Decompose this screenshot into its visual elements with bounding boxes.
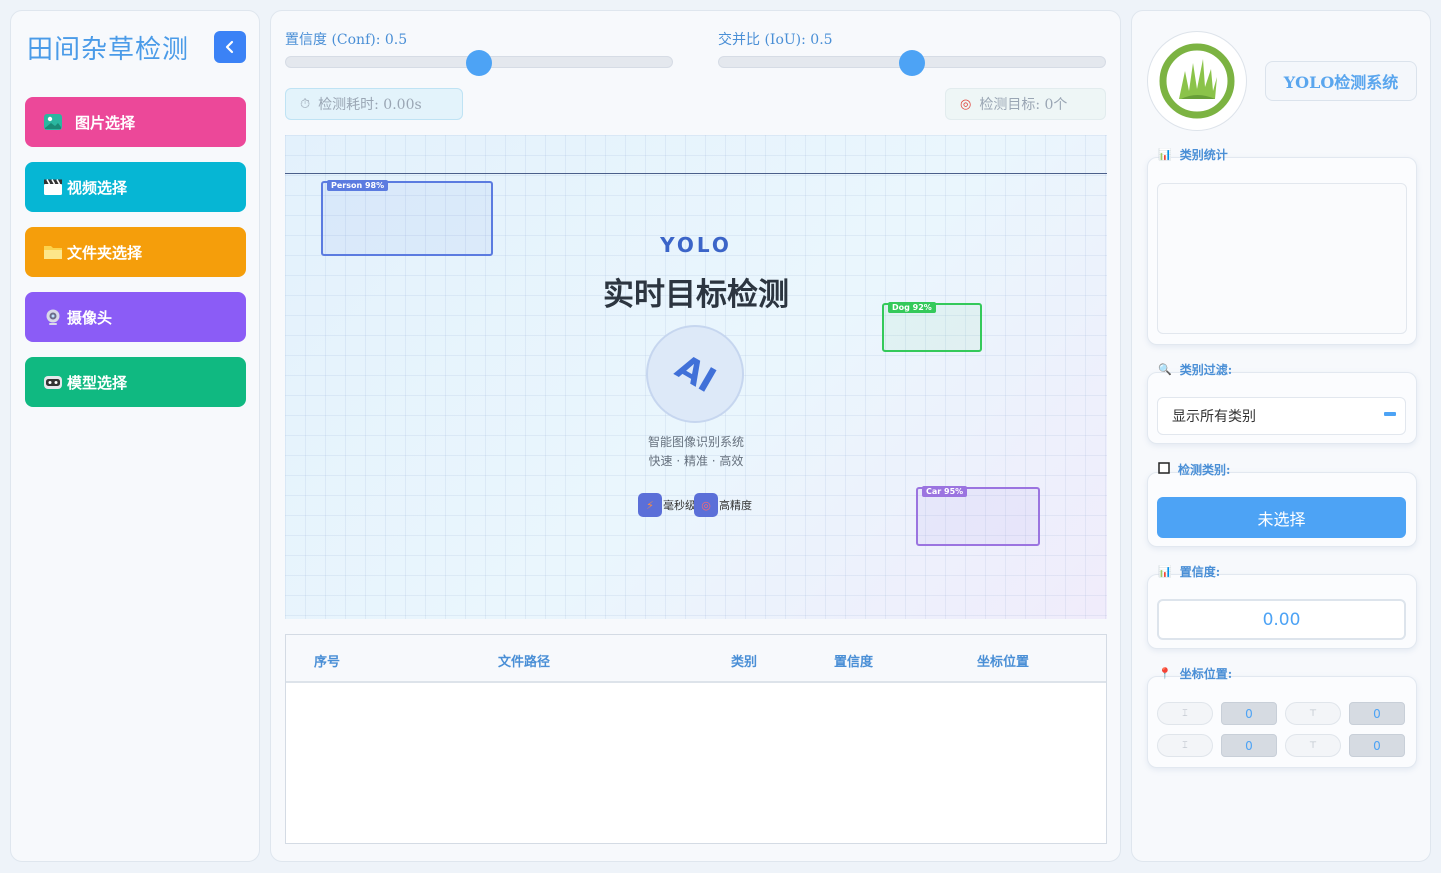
ymin-icon: ⊤: [1285, 702, 1341, 725]
target-icon: ◎: [960, 96, 972, 112]
class-filter-card: 显示所有类别: [1147, 372, 1417, 444]
dropdown-indicator-icon: [1384, 412, 1396, 416]
bar-chart-icon: 📊: [1158, 565, 1172, 578]
model-select-button[interactable]: 模型选择: [25, 357, 246, 407]
pin-icon: 📍: [1158, 667, 1172, 680]
class-stats-card: [1147, 157, 1417, 345]
grass-icon: [1159, 43, 1235, 119]
column-index[interactable]: 序号: [314, 651, 340, 670]
folder-icon: [43, 243, 63, 261]
xmax-icon: ⌶: [1157, 734, 1213, 757]
canvas-subtitle: 智能图像识别系统: [647, 435, 744, 449]
folder-select-label: 文件夹选择: [67, 243, 143, 262]
stopwatch-icon: ⏱: [300, 96, 311, 112]
canvas-tagline: 快速 · 精准 · 高效: [648, 454, 744, 468]
ymax-value: 0: [1349, 734, 1405, 757]
confidence-label: 📊 置信度:: [1158, 563, 1220, 580]
detection-time-chip: ⏱ 检测耗时: 0.00s: [285, 88, 463, 120]
main-panel: 置信度 (Conf): 0.5 交并比 (IoU): 0.5 ⏱ 检测耗时: 0…: [270, 10, 1121, 862]
table-header: 序号 文件路径 类别 置信度 坐标位置: [286, 635, 1106, 683]
chevron-left-icon: [225, 40, 234, 54]
feature-speed-label: 毫秒级: [663, 499, 696, 512]
feature-accuracy: ◎ 高精度: [694, 493, 752, 517]
feature-speed: ⚡ 毫秒级: [638, 493, 696, 517]
ymin-value: 0: [1349, 702, 1405, 725]
video-select-label: 视频选择: [67, 178, 128, 197]
xmin-icon: ⌶: [1157, 702, 1213, 725]
confidence-label-text: 置信度:: [1179, 565, 1221, 579]
class-filter-label-text: 类别过滤:: [1179, 363, 1233, 377]
class-filter-select[interactable]: 显示所有类别: [1157, 397, 1406, 435]
iou-slider[interactable]: [718, 50, 1106, 76]
bar-chart-icon: 📊: [1158, 148, 1172, 161]
checkbox-icon: [1158, 462, 1170, 477]
conf-slider[interactable]: [285, 50, 673, 76]
image-icon: [43, 113, 63, 131]
detection-count-chip: ◎ 检测目标: 0个: [945, 88, 1106, 120]
video-select-button[interactable]: 视频选择: [25, 162, 246, 212]
column-file-path[interactable]: 文件路径: [498, 651, 550, 670]
column-coordinates[interactable]: 坐标位置: [977, 651, 1029, 670]
detected-class-button[interactable]: 未选择: [1157, 497, 1406, 538]
column-confidence[interactable]: 置信度: [834, 651, 873, 670]
detection-time-text: 检测耗时: 0.00s: [318, 97, 422, 113]
confidence-value: 0.00: [1157, 599, 1406, 640]
camera-button[interactable]: 摄像头: [25, 292, 246, 342]
class-stats-label: 📊 类别统计: [1158, 146, 1228, 163]
iou-slider-thumb[interactable]: [899, 50, 925, 76]
yolo-heading: YOLO: [660, 233, 732, 257]
detection-count-text: 检测目标: 0个: [979, 97, 1068, 113]
grass-logo: [1147, 31, 1247, 131]
class-stats-area: [1157, 183, 1407, 334]
camera-label: 摄像头: [67, 308, 113, 327]
image-select-button[interactable]: 图片选择: [25, 97, 246, 147]
iou-slider-label: 交并比 (IoU): 0.5: [718, 32, 833, 48]
xmax-value: 0: [1221, 734, 1277, 757]
confidence-card: 0.00: [1147, 574, 1417, 649]
left-sidebar: 田间杂草检测 图片选择 视频选择 文件夹选择 摄像头 模型选择: [10, 10, 260, 862]
conf-slider-label: 置信度 (Conf): 0.5: [285, 32, 408, 48]
lightning-icon: ⚡: [638, 493, 662, 517]
ymax-icon: ⊤: [1285, 734, 1341, 757]
detection-canvas: Person 98% Dog 92% Car 95% YOLO 实时目标检测 A…: [285, 135, 1107, 619]
folder-select-button[interactable]: 文件夹选择: [25, 227, 246, 277]
target-icon: ◎: [694, 493, 718, 517]
class-stats-label-text: 类别统计: [1179, 148, 1228, 162]
detection-label: Person 98%: [327, 180, 389, 191]
xmin-value: 0: [1221, 702, 1277, 725]
class-filter-label: 🔍 类别过滤:: [1158, 361, 1232, 378]
model-select-label: 模型选择: [67, 373, 128, 392]
detected-class-card: 未选择: [1147, 472, 1417, 547]
webcam-icon: [43, 308, 63, 326]
system-title: YOLO检测系统: [1265, 61, 1417, 101]
detection-box-car: Car 95%: [916, 486, 1040, 546]
ai-badge: AI: [646, 325, 744, 423]
feature-accuracy-label: 高精度: [719, 499, 752, 512]
coordinates-label: 📍 坐标位置:: [1158, 665, 1232, 682]
image-select-label: 图片选择: [75, 113, 136, 132]
app-title: 田间杂草检测: [27, 35, 190, 65]
clapperboard-icon: [43, 178, 63, 196]
canvas-title: 实时目标检测: [603, 277, 789, 313]
right-panel: YOLO检测系统 📊 类别统计 显示所有类别 🔍 类别过滤: 未选择 检测类别:…: [1131, 10, 1431, 862]
detected-class-label: 检测类别:: [1158, 461, 1230, 478]
class-filter-value: 显示所有类别: [1172, 409, 1256, 425]
coordinates-label-text: 坐标位置:: [1179, 667, 1233, 681]
collapse-sidebar-button[interactable]: [214, 31, 246, 63]
scan-line: [285, 173, 1107, 174]
coordinates-card: ⌶ 0 ⊤ 0 ⌶ 0 ⊤ 0: [1147, 676, 1417, 768]
detected-class-label-text: 检测类别:: [1178, 463, 1231, 477]
results-table: 序号 文件路径 类别 置信度 坐标位置: [285, 634, 1107, 844]
conf-slider-thumb[interactable]: [466, 50, 492, 76]
column-class[interactable]: 类别: [731, 651, 757, 670]
detection-label: Car 95%: [922, 486, 968, 497]
robot-icon: [43, 373, 63, 391]
magnifier-icon: 🔍: [1158, 363, 1172, 376]
ai-text: AI: [668, 346, 722, 402]
